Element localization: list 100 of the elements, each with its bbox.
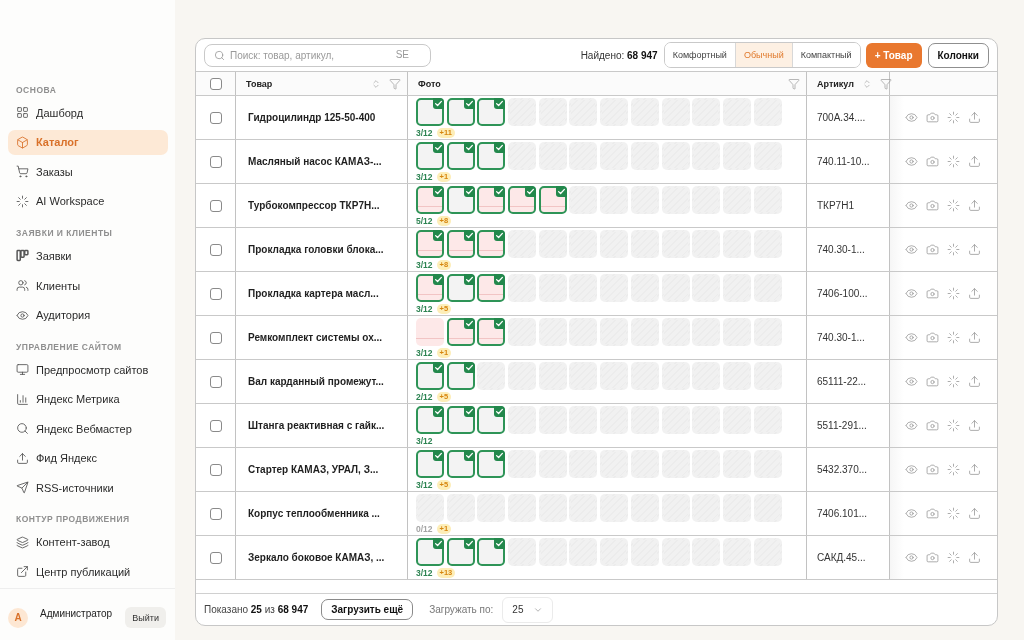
sort-icon[interactable] [371, 78, 381, 89]
eye-icon[interactable] [905, 287, 918, 300]
upload-icon[interactable] [968, 331, 981, 344]
photo-slot[interactable] [416, 142, 444, 170]
nav-item[interactable]: Заказы [8, 159, 168, 185]
photo-slot[interactable] [446, 318, 475, 346]
upload-icon[interactable] [968, 243, 981, 256]
nav-item[interactable]: Заявки [8, 243, 168, 269]
camera-icon[interactable] [926, 375, 939, 388]
photo-slot[interactable] [416, 98, 444, 126]
row-checkbox[interactable] [209, 331, 222, 344]
eye-icon[interactable] [905, 199, 918, 212]
upload-icon[interactable] [968, 155, 981, 168]
row-checkbox[interactable] [209, 199, 222, 212]
photo-slot[interactable] [446, 186, 475, 214]
row-checkbox[interactable] [209, 551, 222, 564]
row-checkbox[interactable] [209, 419, 222, 432]
density-option[interactable]: Компактный [791, 43, 860, 67]
rays-icon[interactable] [947, 287, 960, 300]
camera-icon[interactable] [926, 155, 939, 168]
eye-icon[interactable] [905, 507, 918, 520]
logout-button[interactable]: Выйти [125, 607, 166, 629]
upload-icon[interactable] [968, 419, 981, 432]
columns-button[interactable]: Колонки [927, 42, 989, 68]
nav-item[interactable]: Яндекс Метрика [8, 386, 168, 412]
photo-slot[interactable] [477, 142, 506, 170]
row-checkbox[interactable] [209, 463, 222, 476]
camera-icon[interactable] [926, 331, 939, 344]
row-checkbox[interactable] [209, 243, 222, 256]
nav-item[interactable]: Предпросмотр сайтов [8, 356, 168, 383]
row-checkbox[interactable] [209, 155, 222, 168]
photo-slot[interactable] [477, 538, 506, 566]
camera-icon[interactable] [926, 199, 939, 212]
photo-slot[interactable] [416, 230, 444, 258]
eye-icon[interactable] [905, 155, 918, 168]
camera-icon[interactable] [926, 243, 939, 256]
camera-icon[interactable] [926, 463, 939, 476]
rays-icon[interactable] [947, 463, 960, 476]
eye-icon[interactable] [905, 331, 918, 344]
upload-icon[interactable] [968, 287, 981, 300]
rays-icon[interactable] [947, 331, 960, 344]
row-checkbox[interactable] [209, 287, 222, 300]
rays-icon[interactable] [947, 551, 960, 564]
nav-item[interactable]: Центр публикаций [8, 558, 168, 585]
rays-icon[interactable] [947, 507, 960, 520]
photo-slot[interactable] [477, 230, 506, 258]
photo-slot[interactable] [508, 186, 537, 214]
photo-slot[interactable] [477, 450, 506, 478]
photo-slot[interactable] [446, 98, 475, 126]
eye-icon[interactable] [905, 551, 918, 564]
nav-item[interactable]: AI Workspace [8, 188, 168, 215]
eye-icon[interactable] [905, 419, 918, 432]
camera-icon[interactable] [926, 551, 939, 564]
camera-icon[interactable] [926, 287, 939, 300]
select-all-checkbox[interactable] [209, 77, 222, 90]
page-size-select[interactable]: 25 [502, 596, 554, 623]
rays-icon[interactable] [947, 155, 960, 168]
nav-item[interactable]: Дашборд [8, 100, 168, 126]
nav-item[interactable]: Фид Яндекс [8, 445, 168, 472]
photo-slot[interactable] [477, 274, 506, 302]
rays-icon[interactable] [947, 375, 960, 388]
photo-slot[interactable] [446, 230, 475, 258]
photo-slot[interactable] [446, 142, 475, 170]
photo-slot[interactable] [538, 186, 567, 214]
photo-slot[interactable] [416, 450, 444, 478]
nav-item[interactable]: Яндекс Вебмастер [8, 415, 168, 442]
photo-slot[interactable] [477, 406, 506, 434]
filter-icon[interactable] [879, 77, 892, 90]
upload-icon[interactable] [968, 551, 981, 564]
nav-item[interactable]: Клиенты [8, 272, 168, 299]
rays-icon[interactable] [947, 419, 960, 432]
camera-icon[interactable] [926, 419, 939, 432]
upload-icon[interactable] [968, 463, 981, 476]
camera-icon[interactable] [926, 507, 939, 520]
photo-slot[interactable] [446, 538, 475, 566]
row-checkbox[interactable] [209, 375, 222, 388]
eye-icon[interactable] [905, 243, 918, 256]
photo-slot[interactable] [446, 406, 475, 434]
load-more-button[interactable]: Загрузить ещё [321, 599, 414, 620]
camera-icon[interactable] [926, 111, 939, 124]
row-checkbox[interactable] [209, 111, 222, 124]
upload-icon[interactable] [968, 375, 981, 388]
upload-icon[interactable] [968, 111, 981, 124]
filter-icon[interactable] [788, 77, 800, 90]
photo-slot[interactable] [446, 274, 475, 302]
photo-slot[interactable] [416, 362, 444, 390]
photo-slot[interactable] [416, 186, 444, 214]
photo-slot[interactable] [477, 98, 506, 126]
nav-item[interactable]: RSS-источники [8, 474, 168, 501]
sort-icon[interactable] [861, 78, 872, 89]
upload-icon[interactable] [968, 507, 981, 520]
nav-item[interactable]: Аудитория [8, 302, 168, 328]
row-checkbox[interactable] [209, 507, 222, 520]
rays-icon[interactable] [947, 243, 960, 256]
eye-icon[interactable] [905, 375, 918, 388]
rays-icon[interactable] [947, 199, 960, 212]
photo-slot[interactable] [477, 186, 506, 214]
photo-slot[interactable] [416, 274, 444, 302]
eye-icon[interactable] [905, 111, 918, 124]
photo-slot[interactable] [416, 406, 444, 434]
